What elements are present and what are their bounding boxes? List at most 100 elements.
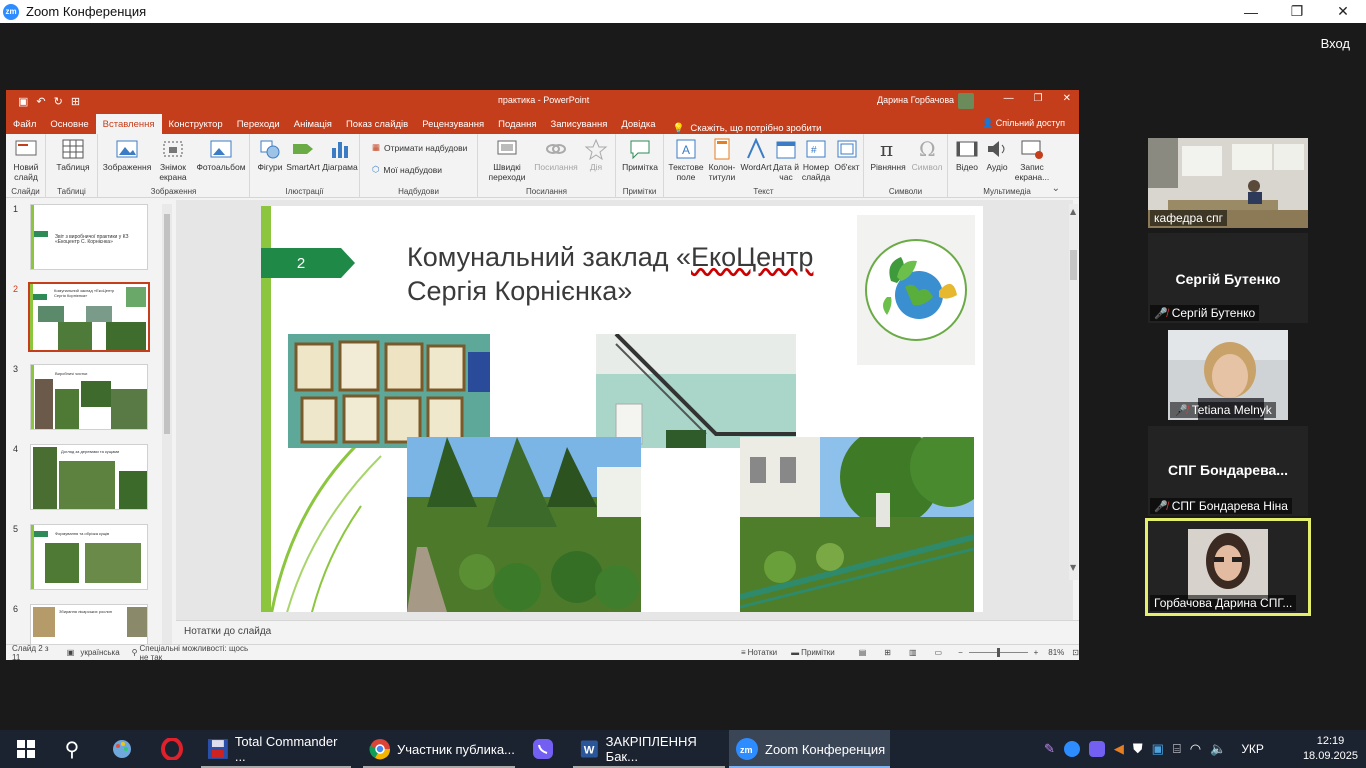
- viber-app-icon[interactable]: [527, 730, 559, 768]
- accessibility-icon[interactable]: ⚲: [132, 648, 138, 657]
- ppt-user-name[interactable]: Дарина Горбачова: [877, 95, 954, 105]
- close-button[interactable]: ✕: [1320, 0, 1366, 23]
- table-button[interactable]: Таблиця: [56, 138, 90, 172]
- tab-slideshow[interactable]: Показ слайдів: [339, 114, 415, 134]
- zoom-in-icon[interactable]: +: [1034, 648, 1039, 657]
- wifi-icon[interactable]: ◠: [1190, 741, 1201, 757]
- signin-button[interactable]: Вход: [1321, 36, 1350, 51]
- notes-toggle[interactable]: Нотатки: [748, 648, 778, 657]
- slide-thumbnail-5[interactable]: Формування та обрізка кущів: [30, 524, 148, 590]
- screen-recording-button[interactable]: Запис екрана...: [1014, 138, 1050, 182]
- slideshow-icon[interactable]: ▭: [935, 648, 943, 657]
- photo-certificates[interactable]: [288, 334, 490, 448]
- chart-button[interactable]: Діаграма: [322, 138, 358, 172]
- tab-animations[interactable]: Анімація: [287, 114, 339, 134]
- my-addins-button[interactable]: ⬡ Мої надбудови: [372, 164, 442, 175]
- photo-album-button[interactable]: Фотоальбом: [196, 138, 246, 172]
- tab-review[interactable]: Рецензування: [415, 114, 491, 134]
- ppt-minimize-icon[interactable]: —: [1004, 93, 1014, 104]
- zoom-out-icon[interactable]: −: [958, 648, 963, 657]
- network-drive-icon[interactable]: ⌸: [1173, 741, 1181, 757]
- security-tray-icon[interactable]: ⛊: [1133, 741, 1143, 757]
- tab-view[interactable]: Подання: [491, 114, 543, 134]
- photo-garden-path[interactable]: [407, 437, 641, 612]
- notes-pane[interactable]: Нотатки до слайда: [176, 620, 1079, 644]
- taskbar-chrome[interactable]: Участник публика...: [363, 730, 515, 768]
- tab-file[interactable]: Файл: [6, 114, 43, 134]
- audio-button[interactable]: Аудіо: [982, 138, 1012, 172]
- zoom-slider[interactable]: [968, 648, 1028, 657]
- participant-tile-butenko[interactable]: Сергій Бутенко 🎤̸ Сергій Бутенко: [1148, 233, 1308, 323]
- textbox-button[interactable]: A Текстове поле: [668, 138, 704, 182]
- tell-me-box[interactable]: 💡 Скажіть, що потрібно зробити: [673, 123, 822, 134]
- language-status[interactable]: українська: [80, 648, 119, 657]
- fit-slide-icon[interactable]: ⊡: [1072, 648, 1079, 657]
- language-indicator[interactable]: УКР: [1241, 742, 1264, 756]
- slide-number-button[interactable]: # Номер слайда: [800, 138, 832, 182]
- taskbar-zoom[interactable]: zm Zoom Конференция: [729, 730, 890, 768]
- share-button[interactable]: 👤 Спільний доступ: [982, 118, 1065, 129]
- save-icon[interactable]: ▣: [18, 95, 28, 108]
- redo-icon[interactable]: ↻: [54, 95, 63, 108]
- normal-view-icon[interactable]: ▤: [859, 648, 867, 657]
- wordart-button[interactable]: WordArt: [740, 138, 772, 172]
- thumbnails-scrollbar[interactable]: [162, 204, 172, 644]
- zoom-tray-icon[interactable]: [1063, 741, 1080, 757]
- present-icon[interactable]: ⊞: [71, 95, 80, 108]
- symbol-button[interactable]: Ω Символ: [908, 138, 946, 172]
- video-button[interactable]: Відео: [952, 138, 982, 172]
- tab-help[interactable]: Довідка: [614, 114, 662, 134]
- speaker-muted-tray-icon[interactable]: ◀: [1114, 741, 1124, 757]
- zoom-level[interactable]: 81%: [1048, 648, 1064, 657]
- system-clock[interactable]: 12:19 18.09.2025: [1303, 734, 1358, 764]
- comment-button[interactable]: Примітка: [620, 138, 660, 172]
- shapes-button[interactable]: Фігури: [254, 138, 286, 172]
- link-button[interactable]: Посилання: [534, 138, 578, 172]
- tab-recording[interactable]: Записування: [544, 114, 615, 134]
- taskbar-total-commander[interactable]: Total Commander ...: [201, 730, 351, 768]
- smartart-button[interactable]: SmartArt: [286, 138, 320, 172]
- header-footer-button[interactable]: Колон-титули: [704, 138, 740, 182]
- slide-thumbnail-6[interactable]: Збирання лікарських рослин: [30, 604, 148, 644]
- taskbar-word[interactable]: W ЗАКРІПЛЕННЯ Бак...: [573, 730, 725, 768]
- pen-icon[interactable]: ✎: [1044, 741, 1055, 757]
- tab-transitions[interactable]: Переходи: [230, 114, 287, 134]
- minimize-button[interactable]: —: [1228, 0, 1274, 23]
- action-button[interactable]: Дія: [582, 138, 610, 172]
- zoom-link-button[interactable]: Швидкі переходи: [482, 138, 532, 182]
- reading-view-icon[interactable]: ▥: [909, 648, 917, 657]
- ecocenter-logo[interactable]: [857, 215, 975, 365]
- opera-app-icon[interactable]: [156, 730, 188, 768]
- participant-tile-active-speaker[interactable]: Горбачова Дарина СПГ...: [1145, 518, 1311, 616]
- object-button[interactable]: Об'єкт: [832, 138, 862, 172]
- slide-scrollbar[interactable]: ▲ ▼: [1069, 204, 1078, 580]
- ppt-restore-icon[interactable]: ❐: [1034, 93, 1043, 104]
- slide-thumbnail-4[interactable]: Догляд за деревами та кущами: [30, 444, 148, 510]
- undo-icon[interactable]: ↶: [36, 95, 45, 108]
- slide-thumbnail-3[interactable]: Виробничі чистки: [30, 364, 148, 430]
- zoom-slider-thumb-icon[interactable]: [996, 648, 1000, 657]
- ppt-user-avatar[interactable]: [958, 93, 974, 109]
- get-addins-button[interactable]: ▦ Отримати надбудови: [372, 142, 467, 153]
- notes-toggle-icon[interactable]: ≡: [741, 648, 746, 657]
- slide-sorter-icon[interactable]: ⊞: [884, 648, 891, 657]
- display-tray-icon[interactable]: ▣: [1152, 741, 1164, 757]
- accessibility-status[interactable]: Спеціальні можливості: щось не так: [140, 644, 255, 661]
- participant-tile-melnyk[interactable]: 🎤̸ Tetiana Melnyk: [1168, 330, 1288, 420]
- maximize-button[interactable]: ❐: [1274, 0, 1320, 23]
- tab-home[interactable]: Основне: [43, 114, 95, 134]
- tab-insert[interactable]: Вставлення: [95, 114, 162, 134]
- slide-thumbnail-2[interactable]: Комунальний заклад «ЕкоЦентр Сергія Корн…: [28, 282, 150, 352]
- start-button[interactable]: [12, 730, 40, 768]
- screenshot-button[interactable]: Знімок екрана: [154, 138, 192, 182]
- photo-staircase[interactable]: [596, 334, 796, 448]
- participant-tile-bondareva[interactable]: СПГ Бондарева... 🎤̸ СПГ Бондарева Ніна: [1148, 426, 1308, 516]
- slide-thumbnail-1[interactable]: Звіт з виробничої практики у КЗ «Екоцент…: [30, 204, 148, 270]
- pictures-button[interactable]: Зображення: [102, 138, 152, 172]
- datetime-button[interactable]: Дата й час: [772, 138, 800, 182]
- current-slide[interactable]: 2 Комунальний заклад «ЕкоЦентр Сергія Ко…: [261, 206, 983, 612]
- new-slide-button[interactable]: Новий слайд: [9, 138, 43, 182]
- paint-app-icon[interactable]: [106, 730, 138, 768]
- viber-tray-icon[interactable]: [1088, 741, 1105, 757]
- search-icon[interactable]: ⚲: [56, 730, 88, 768]
